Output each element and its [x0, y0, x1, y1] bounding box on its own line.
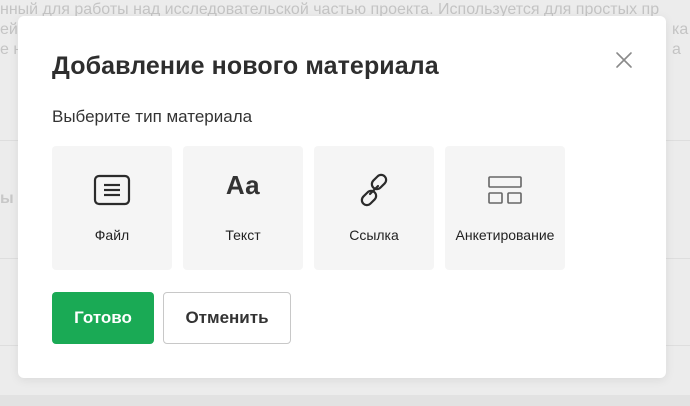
dialog-title: Добавление нового материала [52, 52, 439, 80]
material-type-label: Текст [225, 227, 261, 243]
text-icon: Aa [183, 172, 303, 208]
material-type-label: Анкетирование [455, 227, 555, 243]
background-panel [0, 395, 690, 406]
material-type-text[interactable]: Aa Текст [183, 146, 303, 270]
link-icon [314, 172, 434, 208]
dialog-subtitle: Выберите тип материала [52, 107, 253, 126]
background-text-fragment-right: ка а [672, 21, 689, 58]
file-icon [52, 172, 172, 208]
material-type-link[interactable]: Ссылка [314, 146, 434, 270]
text-icon-glyph: Aa [225, 170, 261, 200]
add-material-dialog: Добавление нового материала Выберите тип… [18, 16, 666, 378]
survey-icon [445, 172, 565, 208]
material-type-label: Файл [94, 227, 130, 243]
done-button[interactable]: Готово [52, 292, 154, 344]
material-type-label: Ссылка [349, 227, 399, 243]
cancel-button[interactable]: Отменить [163, 292, 291, 344]
material-type-list: Файл Aa Текст Ссылка Анкетирование [52, 146, 565, 270]
close-button[interactable] [612, 48, 636, 72]
material-type-survey[interactable]: Анкетирование [445, 146, 565, 270]
material-type-file[interactable]: Файл [52, 146, 172, 270]
background-section-label: ы [0, 190, 14, 207]
background-text-fragment-left: ей [0, 21, 18, 38]
close-icon [616, 52, 632, 68]
